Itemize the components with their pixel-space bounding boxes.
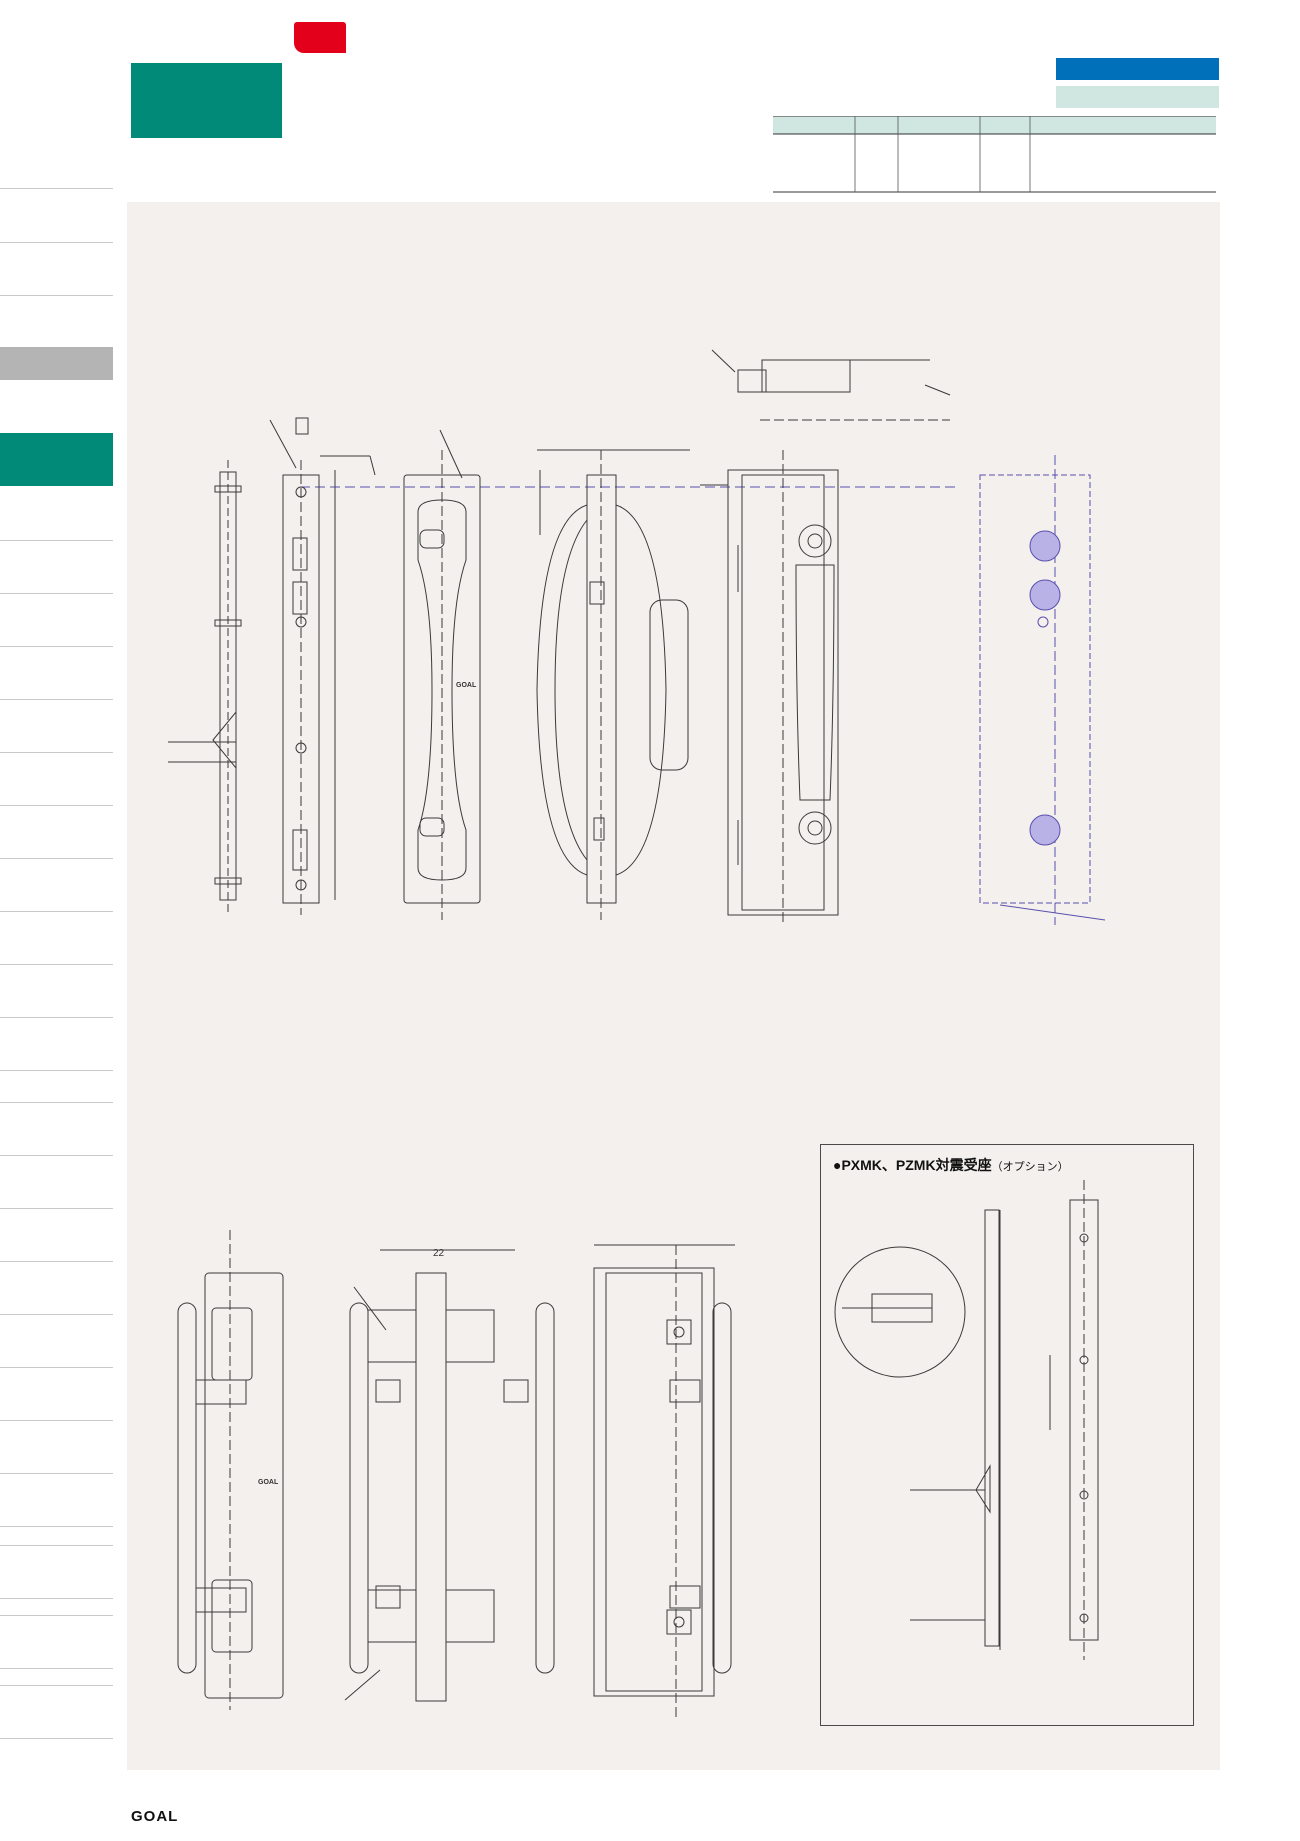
view-pull-front	[177, 1230, 284, 1710]
inset-title-option: （オプション）	[991, 1161, 1069, 1173]
view-top-section	[711, 349, 951, 421]
inset-title: ●PXMK、PZMK対震受座（オプション）	[833, 1155, 1069, 1175]
view-side-thin	[168, 460, 242, 912]
footer-logo: GOAL	[131, 1808, 179, 1825]
dimension-label-22: 22	[433, 1248, 445, 1259]
view-cutout-template	[979, 455, 1106, 925]
view-strike-plate	[269, 417, 376, 915]
drawing-brand-mark-1: GOAL	[456, 682, 477, 689]
drawing-brand-mark-2: GOAL	[258, 1479, 279, 1486]
view-side-section	[536, 449, 690, 920]
inset-title-main: ●PXMK、PZMK対震受座	[833, 1157, 992, 1173]
view-pull-side	[344, 1249, 555, 1702]
view-pull-back	[593, 1244, 735, 1720]
view-back-plate	[700, 450, 839, 925]
inset-box: ●PXMK、PZMK対震受座（オプション）	[820, 1144, 1194, 1726]
view-front-handle	[403, 429, 481, 920]
